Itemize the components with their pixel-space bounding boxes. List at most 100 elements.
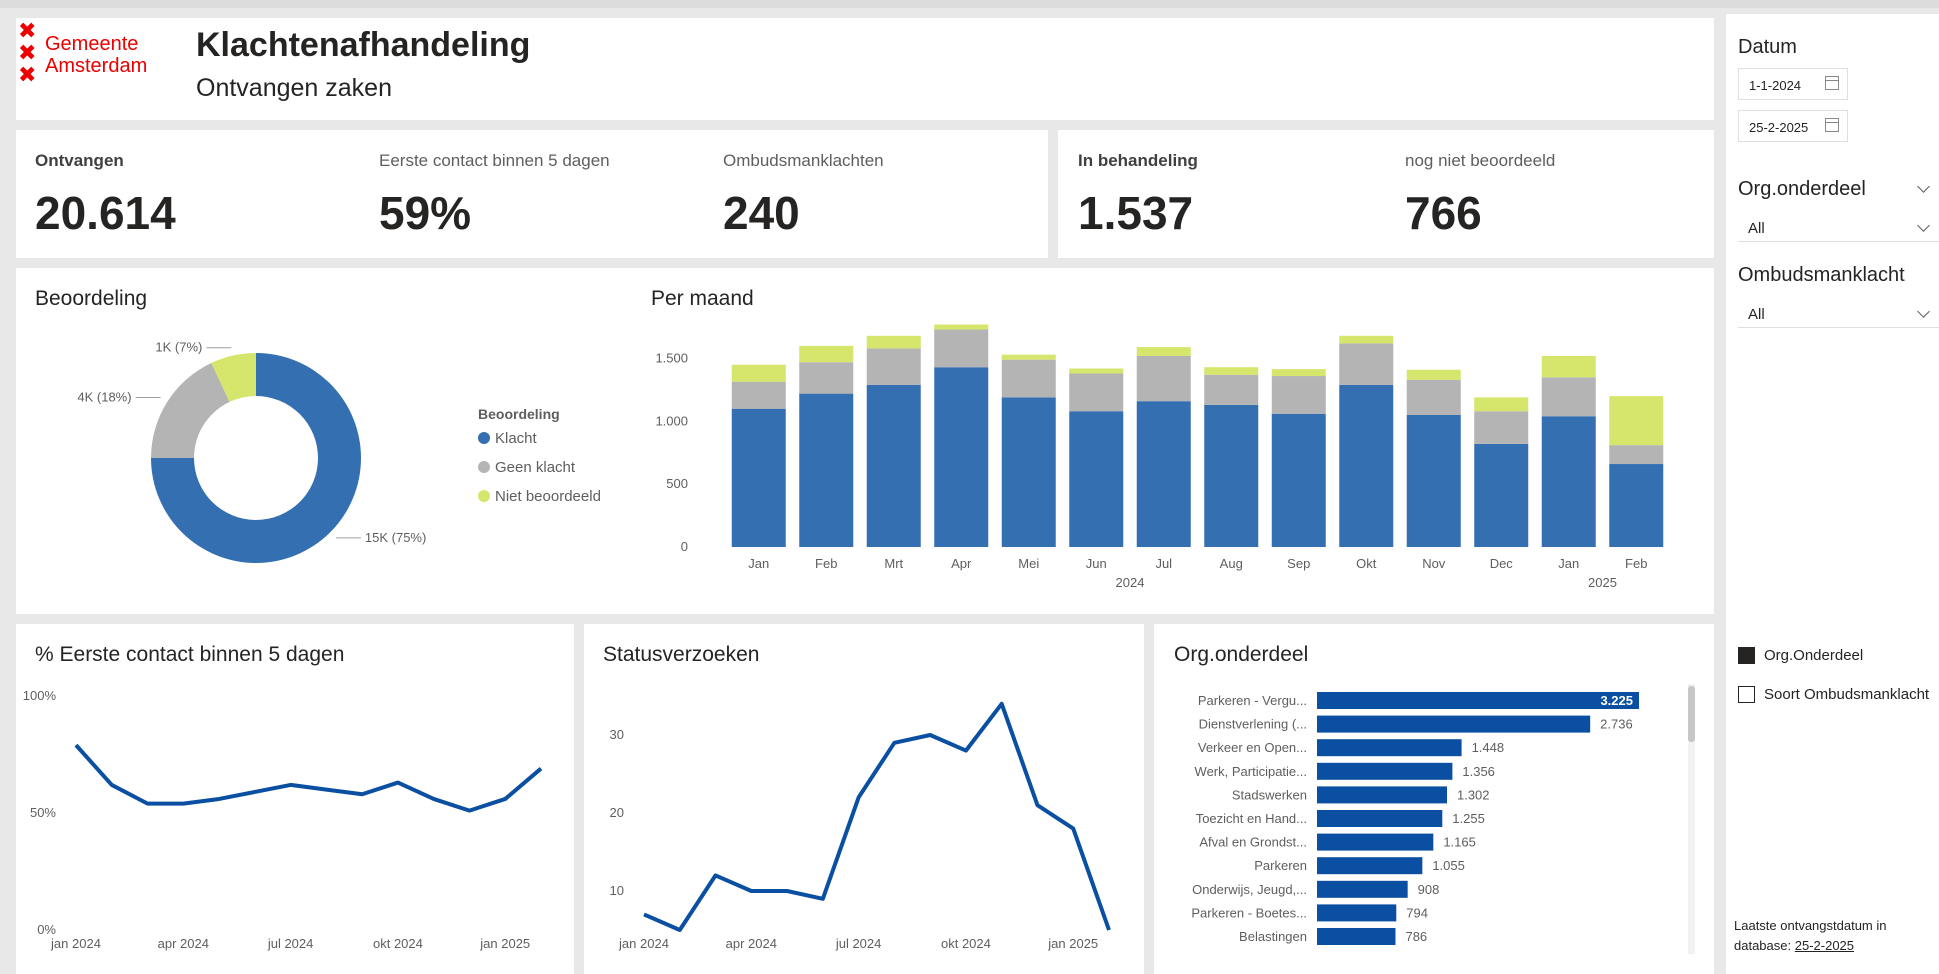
org-bar[interactable] xyxy=(1317,810,1443,827)
org-bar[interactable] xyxy=(1317,692,1639,709)
donut-data-label: 4K (18%) xyxy=(77,389,131,404)
bar-segment-klacht[interactable] xyxy=(1474,443,1529,547)
calendar-icon[interactable] xyxy=(1825,76,1839,90)
bar-segment-klacht[interactable] xyxy=(1406,415,1461,547)
bar-segment-klacht[interactable] xyxy=(1136,401,1191,547)
org-bar[interactable] xyxy=(1317,786,1447,804)
bar-segment-geen-klacht[interactable] xyxy=(1136,355,1191,402)
kpi-ombudsman-label: Ombudsmanklachten xyxy=(723,151,884,170)
bar-segment-geen-klacht[interactable] xyxy=(1001,359,1056,398)
bar-segment-klacht[interactable] xyxy=(799,393,854,547)
legend-item-label[interactable]: Geen klacht xyxy=(495,459,576,476)
bar-segment-niet-beoordeeld[interactable] xyxy=(1406,369,1461,380)
donut-slice-geen-klacht[interactable] xyxy=(151,362,230,458)
x-tick-label: jul 2024 xyxy=(835,936,882,951)
bar-segment-geen-klacht[interactable] xyxy=(1271,376,1326,414)
category-label: Toezicht en Hand... xyxy=(1196,811,1307,826)
bar-segment-klacht[interactable] xyxy=(1069,411,1124,547)
bar-segment-geen-klacht[interactable] xyxy=(934,329,989,368)
legend-item-label[interactable]: Niet beoordeeld xyxy=(495,488,601,505)
series-line[interactable] xyxy=(643,701,1111,932)
bar-segment-geen-klacht[interactable] xyxy=(1541,377,1596,417)
bar-segment-niet-beoordeeld[interactable] xyxy=(799,345,854,363)
bar-segment-niet-beoordeeld[interactable] xyxy=(1271,369,1326,377)
footnote-date[interactable]: 25-2-2025 xyxy=(1795,938,1854,953)
bar-segment-niet-beoordeeld[interactable] xyxy=(866,335,921,349)
bar-segment-geen-klacht[interactable] xyxy=(1609,445,1664,465)
bar-segment-klacht[interactable] xyxy=(866,384,921,547)
bar-segment-niet-beoordeeld[interactable] xyxy=(1069,368,1124,374)
bar-segment-geen-klacht[interactable] xyxy=(1406,379,1461,415)
bar-segment-klacht[interactable] xyxy=(1001,397,1056,547)
bar-segment-niet-beoordeeld[interactable] xyxy=(1474,397,1529,412)
statusverzoeken-line-chart[interactable]: 10 20 30 jan 2024 apr 2024 jul 2024 okt 2024 ja… xyxy=(584,680,1144,960)
org-bar[interactable] xyxy=(1317,880,1408,898)
category-label: Parkeren - Vergu... xyxy=(1198,693,1307,708)
bar-segment-niet-beoordeeld[interactable] xyxy=(1204,367,1259,375)
top-bar xyxy=(0,0,1939,8)
data-label: 786 xyxy=(1405,929,1427,944)
bar-segment-niet-beoordeeld[interactable] xyxy=(1001,354,1056,360)
org-bar[interactable] xyxy=(1317,833,1434,851)
page-title: Klachtenafhandeling xyxy=(196,26,531,64)
bar-segment-geen-klacht[interactable] xyxy=(1474,411,1529,444)
per-maand-stacked-bar-chart[interactable]: 0 500 1.000 1.500 Jan Feb Mrt Apr Mei Jun Jul Aug Se… xyxy=(640,310,1710,600)
bar-segment-geen-klacht[interactable] xyxy=(1204,374,1259,405)
bar-segment-klacht[interactable] xyxy=(1271,413,1326,547)
bar-segment-niet-beoordeeld[interactable] xyxy=(1339,335,1394,344)
bar-segment-klacht[interactable] xyxy=(731,408,786,547)
org-onderdeel-toggle[interactable] xyxy=(1738,647,1755,664)
series-line[interactable] xyxy=(74,743,543,813)
y-tick-label: 10 xyxy=(610,883,624,898)
bar-segment-niet-beoordeeld[interactable] xyxy=(1541,355,1596,378)
y-tick-label: 50% xyxy=(30,805,56,820)
date-from-input[interactable]: 1-1-2024 xyxy=(1738,68,1848,100)
kpi-niet-beoordeeld-label: nog niet beoordeeld xyxy=(1405,151,1556,170)
bar-segment-niet-beoordeeld[interactable] xyxy=(731,364,786,382)
category-label: Afval en Grondst... xyxy=(1199,835,1307,850)
bar-segment-klacht[interactable] xyxy=(934,367,989,547)
scrollbar-thumb[interactable] xyxy=(1688,686,1695,742)
ombudsmanklacht-dropdown[interactable]: All xyxy=(1738,298,1939,328)
org-bar[interactable] xyxy=(1317,904,1397,922)
bar-segment-klacht[interactable] xyxy=(1339,384,1394,547)
bar-segment-geen-klacht[interactable] xyxy=(731,381,786,409)
org-bar[interactable] xyxy=(1317,739,1462,757)
bar-segment-niet-beoordeeld[interactable] xyxy=(934,324,989,330)
x-tick-label: Nov xyxy=(1422,556,1446,571)
bar-segment-klacht[interactable] xyxy=(1204,404,1259,547)
x-tick-label: apr 2024 xyxy=(726,936,777,951)
x-tick-label: Feb xyxy=(1625,556,1647,571)
beoordeling-donut-chart[interactable]: 15K (75%) 4K (18%) 1K (7%) Beoordeling Klach… xyxy=(16,320,636,600)
data-label: 1.165 xyxy=(1443,835,1476,850)
org-onderdeel-dropdown[interactable]: All xyxy=(1738,212,1939,242)
y-tick-label: 0 xyxy=(681,539,688,554)
org-onderdeel-filter-title: Org.onderdeel xyxy=(1738,178,1866,200)
filter-sidebar xyxy=(1726,14,1939,974)
legend-item-label[interactable]: Klacht xyxy=(495,430,538,447)
x-tick-label: Aug xyxy=(1220,556,1243,571)
org-bar[interactable] xyxy=(1317,762,1453,780)
soort-ombudsmanklacht-toggle[interactable] xyxy=(1738,686,1755,703)
y-tick-label: 1.000 xyxy=(655,413,688,428)
org-bar[interactable] xyxy=(1317,928,1396,945)
org-onderdeel-bar-chart[interactable]: Parkeren - Vergu... 3.225 Dienstverlening … xyxy=(1154,680,1714,960)
eerste-contact-line-chart[interactable]: 0% 50% 100% jan 2024 apr 2024 jul 2024 okt 202… xyxy=(16,680,574,960)
bar-segment-klacht[interactable] xyxy=(1609,464,1664,547)
org-bar[interactable] xyxy=(1317,857,1423,875)
bar-segment-niet-beoordeeld[interactable] xyxy=(1136,347,1191,356)
bar-segment-geen-klacht[interactable] xyxy=(866,348,921,385)
date-to-input[interactable]: 25-2-2025 xyxy=(1738,110,1848,142)
bar-segment-klacht[interactable] xyxy=(1541,416,1596,547)
y-tick-label: 0% xyxy=(37,922,56,937)
x-tick-label: Jul xyxy=(1155,556,1172,571)
logo-line-1: Gemeente xyxy=(45,33,139,55)
calendar-icon[interactable] xyxy=(1825,118,1839,132)
bar-segment-geen-klacht[interactable] xyxy=(799,362,854,394)
bar-segment-niet-beoordeeld[interactable] xyxy=(1609,396,1664,446)
bar-segment-geen-klacht[interactable] xyxy=(1339,343,1394,385)
bar-segment-geen-klacht[interactable] xyxy=(1069,373,1124,412)
kpi-ombudsman-value: 240 xyxy=(723,187,800,239)
org-bar[interactable] xyxy=(1317,715,1591,733)
logo-text: Gemeente Amsterdam xyxy=(45,33,147,77)
